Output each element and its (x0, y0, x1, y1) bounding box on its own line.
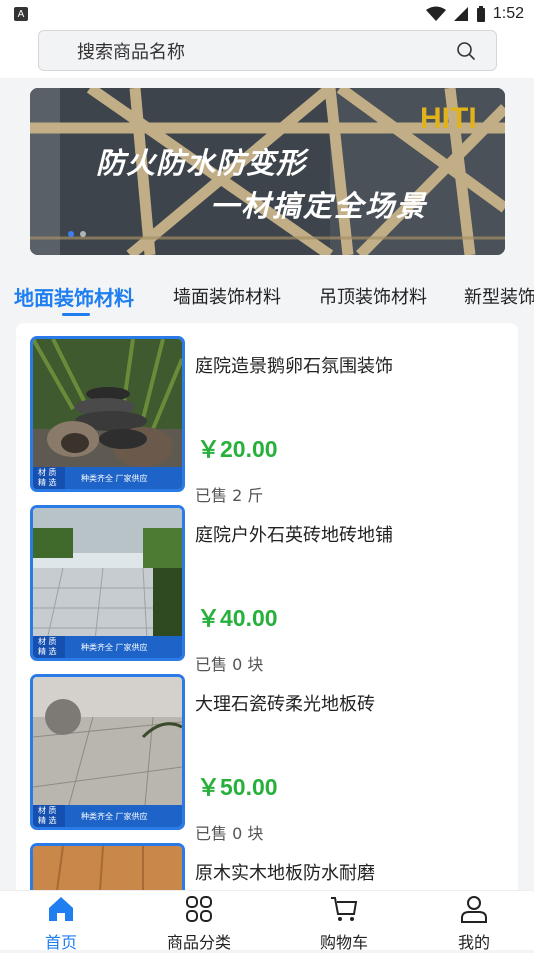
cart-icon (331, 897, 358, 921)
product-image[interactable]: 材 质 精 选 种类齐全 厂家供应 (30, 674, 185, 830)
carousel-dot-active[interactable] (68, 231, 74, 237)
product-title[interactable]: 大理石瓷砖柔光地板砖 (195, 690, 375, 716)
banner-subheadline: 一材搞定全场景 (210, 189, 428, 223)
user-icon (461, 896, 487, 923)
bottom-tab-bar: 首页 商品分类 购物车 我的 (0, 890, 534, 952)
image-badge: 材 质 精 选 种类齐全 厂家供应 (33, 805, 182, 827)
product-image[interactable]: 材 质 精 选 种类齐全 厂家供应 (30, 505, 185, 661)
product-sold-count: 已售 2 斤 (195, 486, 264, 505)
image-badge: 材 质 精 选 种类齐全 厂家供应 (33, 467, 182, 489)
product-sold-count: 已售 0 块 (195, 655, 264, 674)
banner-headline: 防火防水防变形 (96, 146, 307, 180)
product-price: ￥50.00 (197, 774, 278, 800)
product-title[interactable]: 庭院造景鹅卵石氛围装饰 (195, 352, 393, 378)
product-price: ￥20.00 (197, 436, 278, 462)
quality-tag-subtitle: 种类齐全 厂家供应 (81, 811, 148, 821)
status-bar: A 1:52 (0, 0, 534, 28)
home-icon (49, 897, 73, 921)
tab-new-materials[interactable]: 新型装饰 (464, 283, 534, 309)
product-title[interactable]: 庭院户外石英砖地砖地铺 (195, 521, 393, 547)
carousel-dots (68, 231, 86, 237)
image-badge: 材 质 精 选 种类齐全 厂家供应 (33, 636, 182, 658)
quality-tag-subtitle: 种类齐全 厂家供应 (81, 473, 148, 483)
product-image[interactable]: 材 质 精 选 种类齐全 厂家供应 (30, 336, 185, 492)
tabbar-cart[interactable]: 购物车 (289, 891, 399, 952)
product-title[interactable]: 原木实木地板防水耐磨 (195, 859, 375, 885)
tab-floor-materials[interactable]: 地面装饰材料 (14, 282, 134, 311)
product-card[interactable]: 材 质 精 选 种类齐全 厂家供应 大理石瓷砖柔光地板砖 ￥50.00 已售 0… (30, 674, 508, 843)
signal-icon (453, 7, 468, 21)
promo-banner[interactable]: HITI 防火防水防变形 一材搞定全场景 (30, 88, 505, 255)
wifi-icon (425, 6, 446, 21)
quality-tag-subtitle: 种类齐全 厂家供应 (81, 642, 148, 652)
search-placeholder: 搜索商品名称 (77, 41, 185, 63)
quality-tag: 材 质 精 选 (33, 467, 65, 489)
svg-text:HITI: HITI (420, 102, 477, 135)
tab-wall-materials[interactable]: 墙面装饰材料 (173, 283, 281, 309)
search-icon[interactable] (456, 41, 476, 61)
battery-icon (476, 5, 485, 22)
product-card[interactable]: 材 质 精 选 种类齐全 厂家供应 庭院户外石英砖地砖地铺 ￥40.00 已售 … (30, 505, 508, 674)
search-input[interactable]: 搜索商品名称 (38, 30, 497, 71)
carousel-dot[interactable] (80, 231, 86, 237)
notification-icon: A (14, 7, 28, 21)
clock: 1:52 (492, 5, 524, 22)
tabbar-category-label: 商品分类 (166, 933, 231, 952)
category-tabs: 地面装饰材料 墙面装饰材料 吊顶装饰材料 新型装饰 (0, 278, 534, 318)
tabbar-home[interactable]: 首页 (6, 891, 116, 952)
tabbar-profile[interactable]: 我的 (419, 891, 529, 952)
tabbar-home-label: 首页 (44, 933, 77, 952)
tabbar-profile-label: 我的 (457, 933, 490, 952)
quality-tag: 材 质 精 选 (33, 636, 65, 658)
category-icon (186, 896, 212, 922)
product-list: 材 质 精 选 种类齐全 厂家供应 庭院造景鹅卵石氛围装饰 ￥20.00 已售 … (16, 323, 518, 943)
product-sold-count: 已售 0 块 (195, 824, 264, 843)
tab-ceiling-materials[interactable]: 吊顶装饰材料 (319, 283, 427, 309)
active-tab-indicator (62, 313, 90, 316)
product-card[interactable]: 材 质 精 选 种类齐全 厂家供应 庭院造景鹅卵石氛围装饰 ￥20.00 已售 … (30, 336, 508, 505)
quality-tag: 材 质 精 选 (33, 805, 65, 827)
tabbar-cart-label: 购物车 (319, 933, 368, 952)
status-indicators: 1:52 (425, 5, 524, 23)
tabbar-category[interactable]: 商品分类 (144, 891, 254, 952)
product-price: ￥40.00 (197, 605, 278, 631)
search-area: 搜索商品名称 (0, 28, 534, 78)
